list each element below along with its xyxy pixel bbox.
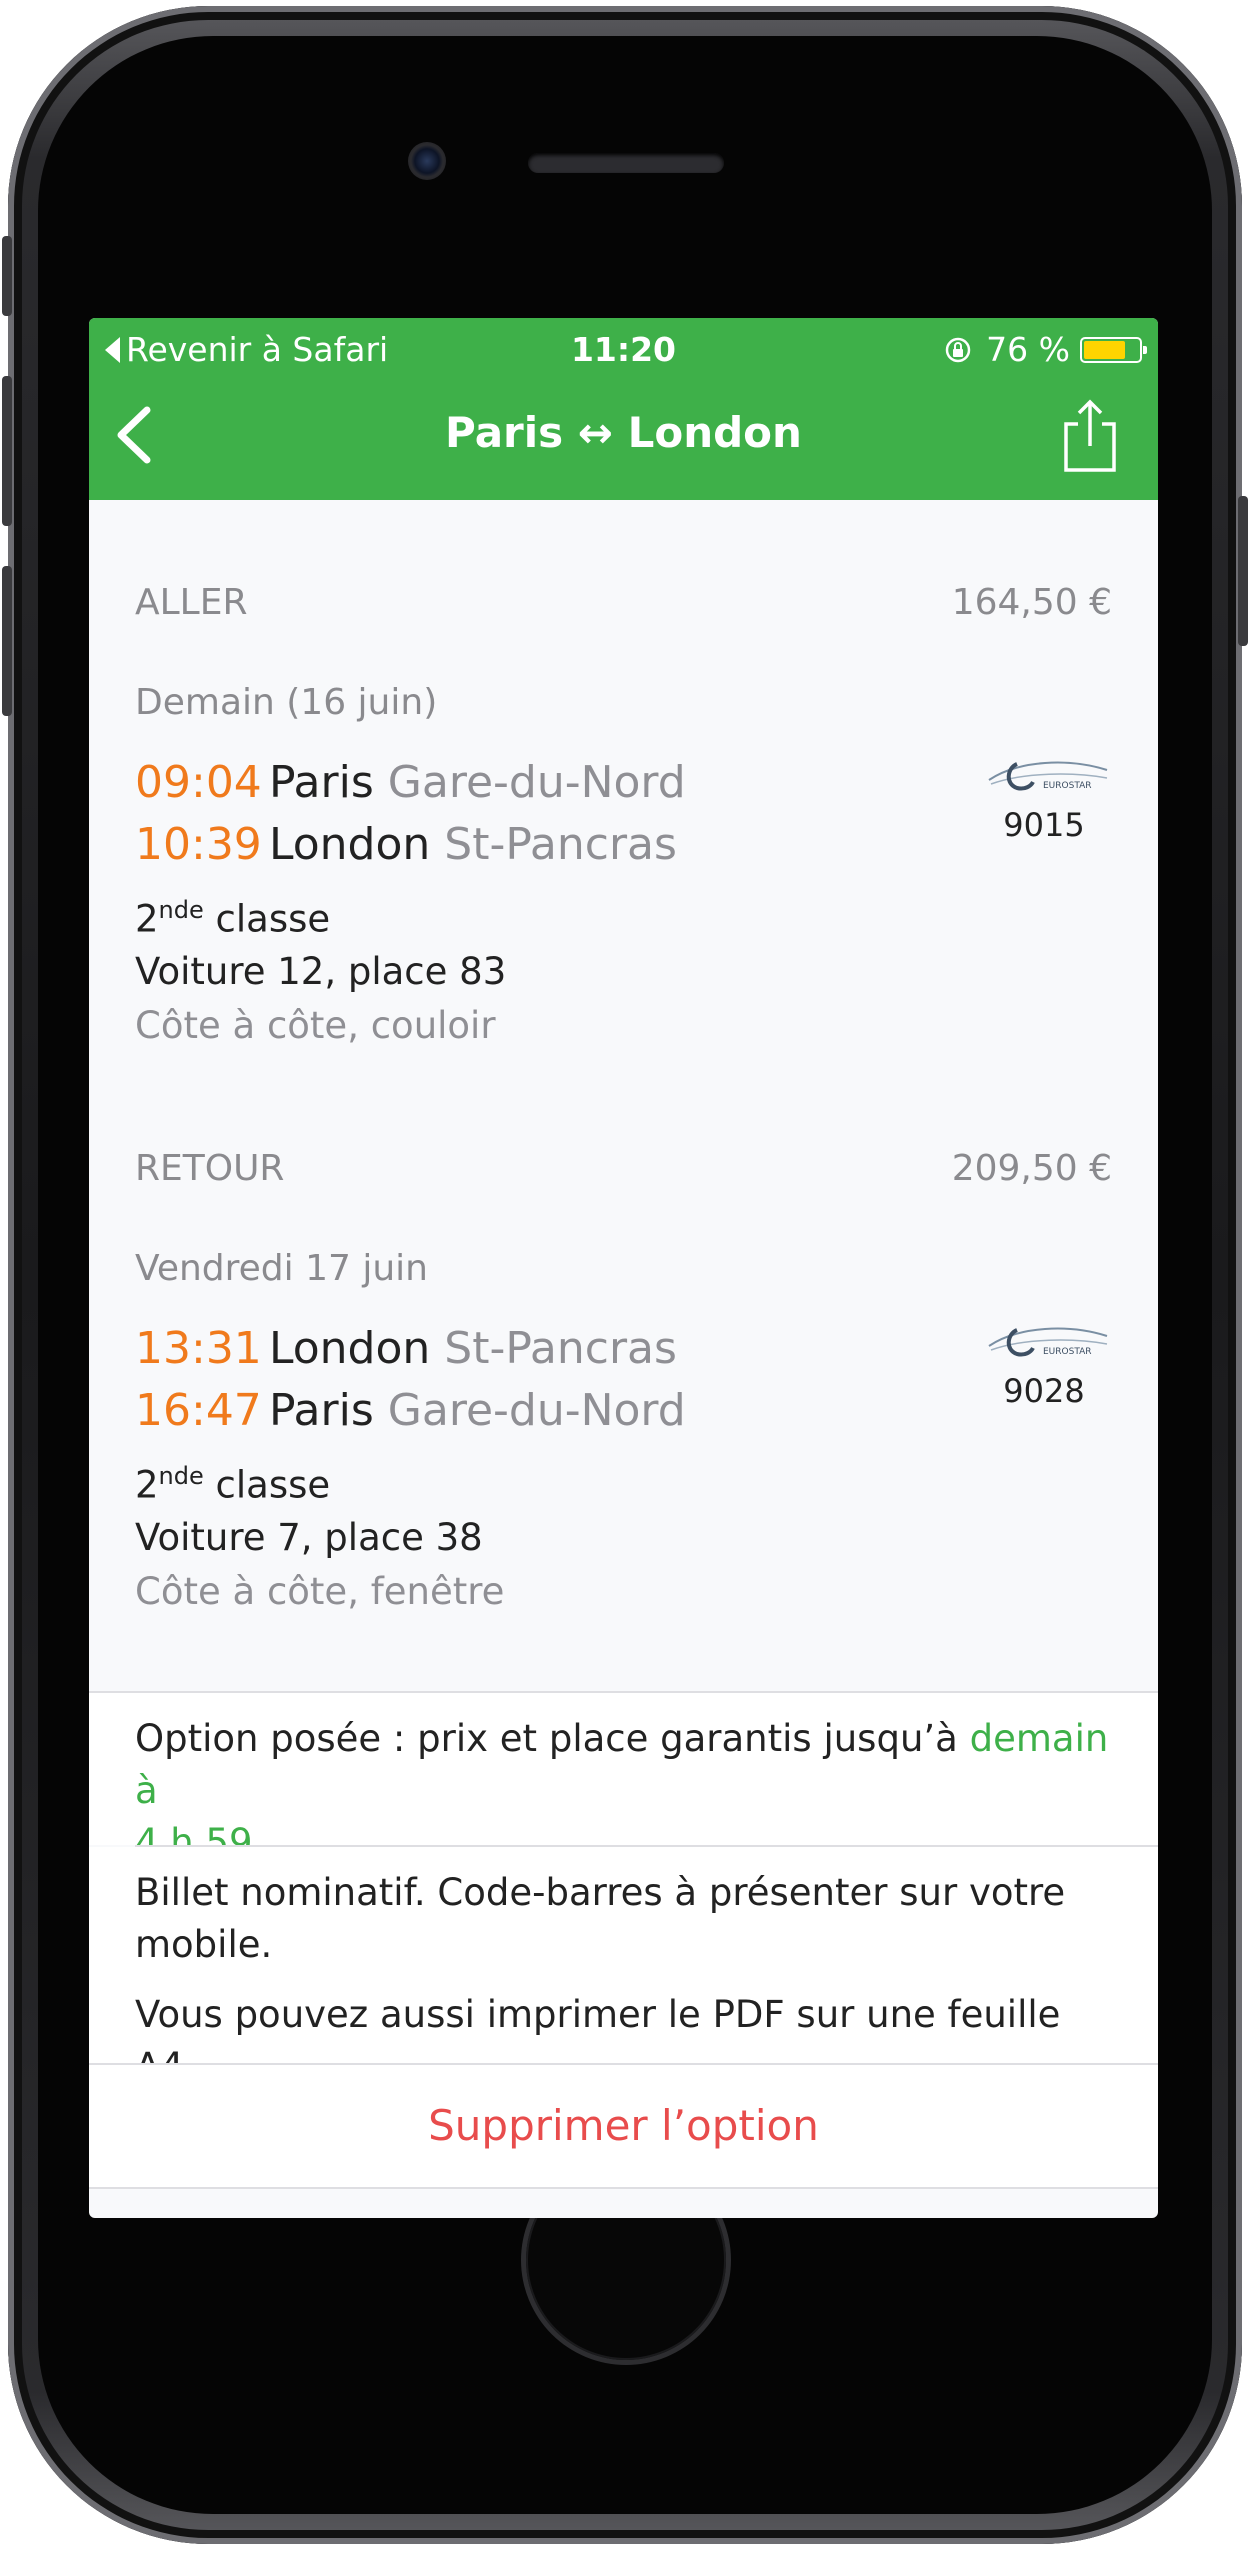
return-header: RETOUR 209,50 € [135,1148,1112,1189]
return-label: RETOUR [135,1148,285,1189]
outbound-operator: EUROSTAR 9015 [974,750,1114,844]
class-word: classe [215,897,331,941]
status-bar: Revenir à Safari 11:20 76 % [89,328,1158,369]
return-seat-pref: Côte à côte, fenêtre [135,1570,505,1613]
outbound-seat: Voiture 12, place 83 [135,950,507,993]
departure-station: St-Pancras [444,1323,677,1374]
departure-city: Paris [269,757,374,808]
earpiece-speaker [528,153,724,173]
arrival-city: London [269,819,431,870]
arrival-station: Gare-du-Nord [387,1385,686,1436]
departure-station: Gare-du-Nord [387,757,686,808]
arrival-time: 16:47 [135,1385,262,1436]
departure-time: 13:31 [135,1323,262,1374]
delete-option-button[interactable]: Supprimer l’option [89,2065,1158,2187]
outbound-date: Demain (16 juin) [135,682,438,723]
outbound-arrival: 10:39 London St-Pancras [135,819,677,870]
divider [89,2187,1158,2189]
eurostar-logo-icon: EUROSTAR [988,1327,1108,1357]
eurostar-logo-icon: EUROSTAR [988,761,1108,791]
app-screen: Revenir à Safari 11:20 76 % Paris ↔ Lond… [89,318,1158,2218]
outbound-departure: 09:04 Paris Gare-du-Nord [135,757,686,808]
train-number: 9028 [1003,1372,1085,1410]
battery-nub [1143,345,1147,354]
outbound-class: 2nde classe [135,896,330,940]
outbound-price: 164,50 € [951,582,1112,623]
mute-switch [2,236,12,316]
battery-percent: 76 % [986,330,1070,369]
return-arrival: 16:47 Paris Gare-du-Nord [135,1385,686,1436]
front-camera [408,142,446,180]
departure-city: London [269,1323,431,1374]
battery-fill [1084,340,1126,359]
arrival-time: 10:39 [135,819,262,870]
volume-up-button [2,376,12,526]
return-seat: Voiture 7, place 38 [135,1516,483,1559]
outbound-label: ALLER [135,582,248,623]
volume-down-button [2,566,12,716]
ticket-info: Billet nominatif. Code-barres à présente… [89,1847,1158,2088]
return-operator: EUROSTAR 9028 [974,1316,1114,1410]
class-number: 2 [135,1463,159,1507]
departure-time: 09:04 [135,757,262,808]
svg-text:EUROSTAR: EUROSTAR [1043,781,1092,791]
return-departure: 13:31 London St-Pancras [135,1323,677,1374]
return-class: 2nde classe [135,1462,330,1506]
ticket-info-line1: Billet nominatif. Code-barres à présente… [135,1871,1066,1966]
header-bar: Revenir à Safari 11:20 76 % Paris ↔ Lond… [89,318,1158,500]
class-word: classe [215,1463,331,1507]
nav-bar: Paris ↔ London [89,380,1158,490]
outbound-header: ALLER 164,50 € [135,582,1112,623]
class-suffix: nde [158,1462,204,1490]
option-text: Option posée : prix et place garantis ju… [135,1717,970,1760]
svg-text:EUROSTAR: EUROSTAR [1043,1347,1092,1357]
share-icon[interactable] [1060,398,1120,474]
outbound-seat-pref: Côte à côte, couloir [135,1004,496,1047]
arrival-station: St-Pancras [444,819,677,870]
status-right: 76 % [944,330,1147,369]
train-number: 9015 [1003,806,1085,844]
class-number: 2 [135,897,159,941]
return-date: Vendredi 17 juin [135,1248,428,1289]
page-title: Paris ↔ London [445,408,802,457]
power-button [1238,496,1248,646]
battery-icon [1080,336,1147,363]
option-notice: Option posée : prix et place garantis ju… [89,1693,1158,1864]
return-price: 209,50 € [951,1148,1112,1189]
class-suffix: nde [158,896,204,924]
orientation-lock-icon [945,337,971,362]
arrival-city: Paris [269,1385,374,1436]
